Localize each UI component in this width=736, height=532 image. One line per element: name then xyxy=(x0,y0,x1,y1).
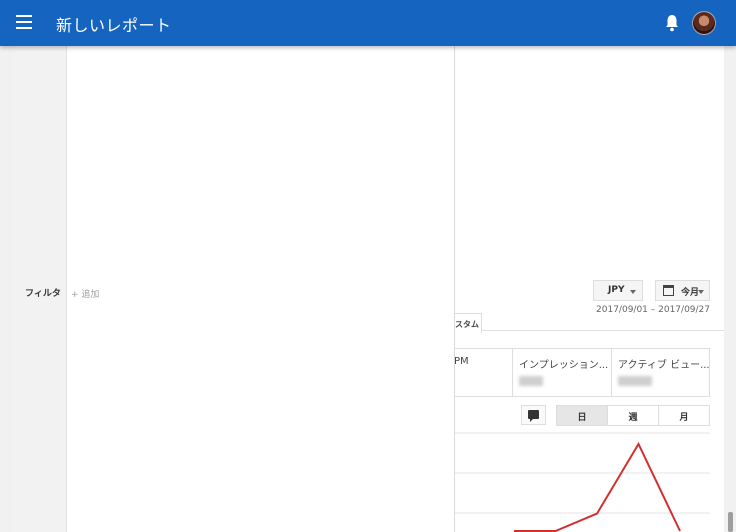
metric-title: インプレッション... xyxy=(519,360,609,371)
bell-icon[interactable] xyxy=(664,14,680,32)
series-line xyxy=(514,441,681,532)
period-select[interactable]: 今月 xyxy=(655,280,710,301)
granularity-week-button[interactable]: 週 xyxy=(607,405,659,426)
currency-select[interactable]: JPY xyxy=(593,280,643,301)
line-chart xyxy=(454,432,710,532)
avatar[interactable] xyxy=(692,11,716,35)
metric-value-blurred xyxy=(618,376,652,386)
chevron-down-icon xyxy=(630,290,636,294)
metric-card-active-view[interactable]: アクティブ ビュー... xyxy=(611,349,710,397)
metric-title: アクティブ ビュー... xyxy=(618,360,710,371)
scrollbar[interactable] xyxy=(728,512,733,532)
granularity-month-button[interactable]: 月 xyxy=(658,405,710,426)
metrics-row: PM インプレッション... アクティブ ビュー... xyxy=(454,348,710,397)
filter-label: フィルタ xyxy=(25,289,61,299)
filter-panel xyxy=(67,46,455,532)
page-title: 新しいレポート xyxy=(56,16,172,35)
metric-value-blurred xyxy=(519,376,543,386)
period-value: 今月 xyxy=(681,288,700,298)
currency-value: JPY xyxy=(608,285,625,295)
metric-title: PM xyxy=(454,356,469,367)
comment-button[interactable] xyxy=(521,405,546,425)
chevron-down-icon xyxy=(698,290,704,294)
chart-gridlines xyxy=(454,432,710,514)
metric-card-impressions[interactable]: インプレッション... xyxy=(512,349,610,397)
date-range: 2017/09/01 – 2017/09/27 xyxy=(596,305,710,315)
app-header: 新しいレポート xyxy=(0,0,736,46)
calendar-icon xyxy=(663,285,674,296)
menu-icon[interactable] xyxy=(16,15,32,29)
comment-icon xyxy=(528,410,539,422)
add-filter-link[interactable]: + 追加 xyxy=(71,287,99,300)
metric-card-rpm[interactable]: PM xyxy=(454,349,514,397)
granularity-day-button[interactable]: 日 xyxy=(556,405,608,426)
